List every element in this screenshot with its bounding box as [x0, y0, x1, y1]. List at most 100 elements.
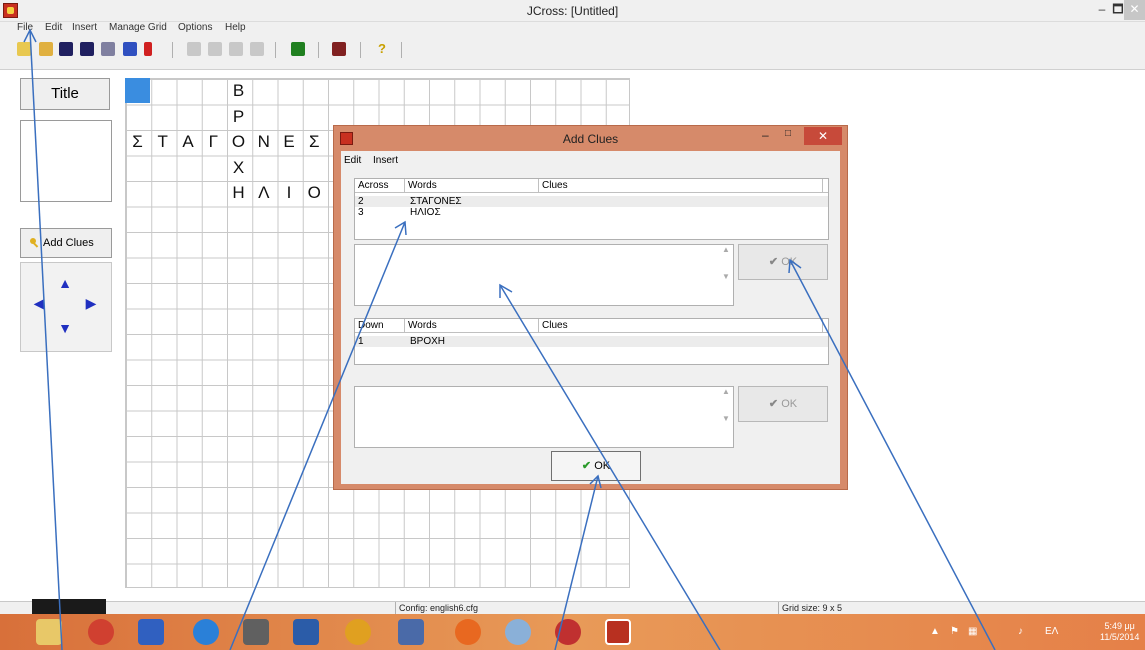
dialog-close-button[interactable]: ✕	[804, 127, 842, 145]
tray-volume-icon[interactable]: ♪	[1018, 626, 1023, 637]
words-col-header[interactable]: Words	[405, 179, 539, 193]
file-explorer-icon[interactable]	[36, 619, 62, 645]
grid-letter[interactable]: Ε	[277, 129, 302, 154]
dialog-ok-button[interactable]: ✔ OK	[551, 451, 641, 481]
arrow-up-icon[interactable]: ▲	[55, 273, 75, 293]
grid-letter[interactable]: Α	[176, 129, 201, 154]
paint-icon[interactable]	[505, 619, 531, 645]
across-col-header[interactable]: Across	[355, 179, 405, 193]
dialog-menu-insert[interactable]: Insert	[373, 155, 398, 166]
app-record-icon[interactable]	[88, 619, 114, 645]
across-list[interactable]: Across Words Clues 2 ΣΤΑΓΟΝΕΣ 3 ΗΛΙΟΣ	[354, 178, 829, 240]
across-ok-button[interactable]: ✔ OK	[738, 244, 828, 280]
down-ok-button[interactable]: ✔ OK	[738, 386, 828, 422]
jcross-taskbar-icon[interactable]	[605, 619, 631, 645]
tray-date: 11/5/2014	[1100, 632, 1140, 642]
down-row[interactable]: 1 ΒΡΟΧΗ	[355, 336, 828, 347]
selected-cell[interactable]	[125, 78, 150, 103]
dialog-minimize-button[interactable]: –	[762, 128, 769, 142]
save-icon[interactable]	[59, 42, 73, 56]
grid-icon[interactable]	[291, 42, 305, 56]
tray-lang[interactable]: ΕΛ	[1045, 626, 1058, 637]
download-icon[interactable]	[144, 42, 152, 56]
scrollbar[interactable]: ▲ ▼	[719, 245, 733, 305]
paste-icon[interactable]	[250, 42, 264, 56]
tray-expand-icon[interactable]: ▲	[930, 626, 940, 637]
title-button[interactable]: Title	[20, 78, 110, 110]
grid-letter[interactable]: Χ	[226, 155, 251, 180]
grid-letter[interactable]: Ν	[251, 129, 276, 154]
open-folder-icon[interactable]	[39, 42, 53, 56]
firefox-icon[interactable]	[455, 619, 481, 645]
close-button[interactable]: ✕	[1124, 0, 1145, 20]
internet-explorer-icon[interactable]	[193, 619, 219, 645]
grid-letter[interactable]: Ι	[277, 180, 302, 205]
taskbar: ▲ ⚑ ▦ ♪ ΕΛ 5:49 μμ 11/5/2014	[0, 614, 1145, 650]
screen-icon[interactable]	[332, 42, 346, 56]
app-screen-icon[interactable]	[138, 619, 164, 645]
dialog-maximize-button[interactable]: □	[785, 128, 791, 139]
across-row[interactable]: 2 ΣΤΑΓΟΝΕΣ	[355, 196, 828, 207]
arrow-down-icon[interactable]: ▼	[55, 318, 75, 338]
toolbar-separator	[360, 42, 361, 58]
web-export-icon[interactable]	[123, 42, 137, 56]
grid-letter[interactable]: Β	[226, 78, 251, 103]
menu-help[interactable]: Help	[225, 22, 246, 33]
title-textbox[interactable]	[20, 120, 112, 202]
status-grid-size: Grid size: 9 x 5	[782, 603, 843, 613]
tray-flag-icon[interactable]: ⚑	[950, 626, 959, 637]
save-as-icon[interactable]	[80, 42, 94, 56]
menu-options[interactable]: Options	[178, 22, 212, 33]
status-separator	[778, 602, 779, 614]
grid-letter[interactable]: Ο	[302, 180, 327, 205]
down-clue-input[interactable]: ▲ ▼	[354, 386, 734, 448]
grid-letter[interactable]: Τ	[150, 129, 175, 154]
across-row[interactable]: 3 ΗΛΙΟΣ	[355, 207, 828, 218]
toolbar: ?	[0, 36, 1145, 70]
eraser-icon[interactable]	[101, 42, 115, 56]
across-clue-input[interactable]: ▲ ▼	[354, 244, 734, 306]
across-row-word: ΗΛΙΟΣ	[410, 207, 441, 218]
menu-manage-grid[interactable]: Manage Grid	[109, 22, 167, 33]
word-icon[interactable]	[293, 619, 319, 645]
cut-icon[interactable]	[208, 42, 222, 56]
tray-network-icon[interactable]: ▦	[968, 626, 977, 637]
app-photo-icon[interactable]	[398, 619, 424, 645]
menu-insert[interactable]: Insert	[72, 22, 97, 33]
clues-col-header[interactable]: Clues	[539, 319, 823, 333]
app-tool-icon[interactable]	[243, 619, 269, 645]
new-file-icon[interactable]	[17, 42, 31, 56]
app-media-icon[interactable]	[555, 619, 581, 645]
clues-col-header[interactable]: Clues	[539, 179, 823, 193]
grid-letter[interactable]: Γ	[201, 129, 226, 154]
scrollbar[interactable]: ▲ ▼	[719, 387, 733, 447]
arrow-left-icon[interactable]: ◀	[29, 293, 49, 313]
tray-clock[interactable]: 5:49 μμ 11/5/2014	[1100, 621, 1139, 643]
add-clues-button[interactable]: Add Clues	[20, 228, 112, 258]
dialog-menu-edit[interactable]: Edit	[344, 155, 361, 166]
help-icon[interactable]: ?	[375, 42, 389, 56]
down-list[interactable]: Down Words Clues 1 ΒΡΟΧΗ	[354, 318, 829, 365]
down-col-header[interactable]: Down	[355, 319, 405, 333]
grid-letter[interactable]: Λ	[251, 180, 276, 205]
grid-arrow-pad: ▲ ◀ ▶ ▼	[20, 262, 112, 352]
grid-letter[interactable]: Σ	[125, 129, 150, 154]
menu-edit[interactable]: Edit	[45, 22, 62, 33]
tray-time: 5:49 μμ	[1104, 621, 1135, 631]
toolbar-separator	[275, 42, 276, 58]
grid-letter[interactable]: Η	[226, 180, 251, 205]
grid-letter[interactable]: Ρ	[226, 104, 251, 129]
undo-icon[interactable]	[187, 42, 201, 56]
across-row-number: 3	[358, 207, 364, 218]
menu-file[interactable]: File	[17, 22, 33, 33]
words-col-header[interactable]: Words	[405, 319, 539, 333]
key-icon	[30, 238, 39, 248]
grid-letter[interactable]: Σ	[302, 129, 327, 154]
grid-letter[interactable]: Ο	[226, 129, 251, 154]
arrow-right-icon[interactable]: ▶	[81, 293, 101, 313]
copy-icon[interactable]	[229, 42, 243, 56]
ok-label: OK	[594, 460, 611, 472]
status-bar: Config: english6.cfg Grid size: 9 x 5	[0, 601, 1145, 614]
chrome-icon[interactable]	[345, 619, 371, 645]
ok-label: OK	[781, 398, 798, 410]
